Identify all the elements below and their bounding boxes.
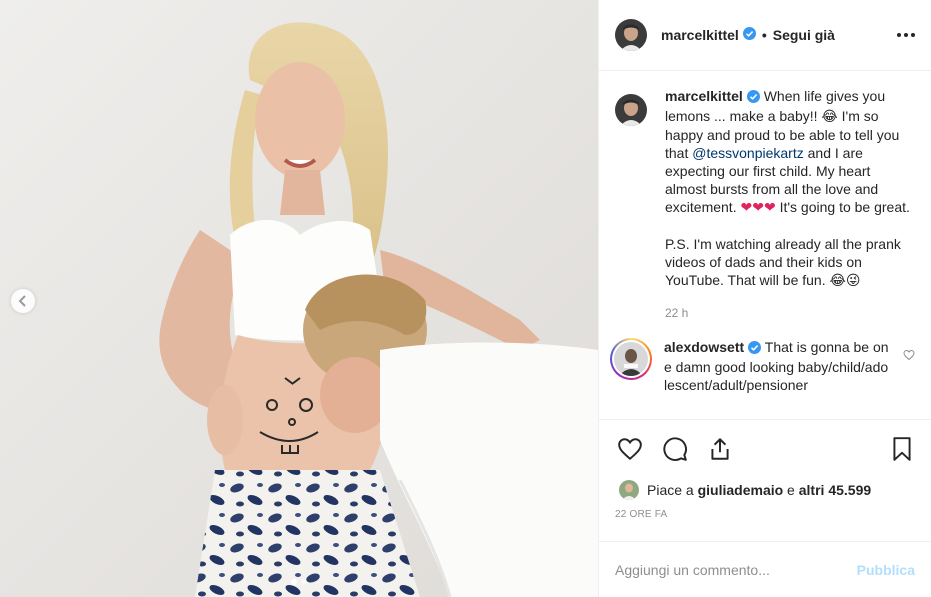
comments-section: marcelkittel When life gives you lemons … <box>599 71 931 419</box>
likes-prefix: Piace a <box>647 482 698 498</box>
caption-time[interactable]: 22 h <box>665 304 915 322</box>
instagram-post-modal: marcelkittel • Segui già marcelkittel Wh… <box>0 0 931 597</box>
liker-username[interactable]: giuliademaio <box>698 482 784 498</box>
publish-button[interactable]: Pubblica <box>857 562 915 578</box>
hearts-emoji: ❤❤❤ <box>740 200 776 216</box>
caption-body: marcelkittel When life gives you lemons … <box>665 87 915 322</box>
heart-outline-icon[interactable] <box>617 436 643 462</box>
commenter-username[interactable]: alexdowsett <box>664 339 744 355</box>
laughing-emoji: 😂 <box>821 109 838 125</box>
photo-illustration <box>0 0 598 597</box>
author-avatar[interactable] <box>615 94 647 126</box>
laughing-winking-emoji: 😂😜 <box>829 273 861 289</box>
story-ring[interactable] <box>610 338 652 380</box>
comment-like-heart-icon[interactable] <box>903 348 915 364</box>
add-comment-bar: Pubblica <box>599 541 931 597</box>
liker-avatar[interactable] <box>619 480 639 500</box>
post-timestamp[interactable]: 22 ore fa <box>599 503 931 529</box>
ellipsis-icon[interactable] <box>897 33 915 37</box>
verified-badge-icon <box>748 340 762 358</box>
bookmark-icon[interactable] <box>889 436 915 462</box>
carousel-dot <box>301 579 307 585</box>
caption-text-4: It's going to be great. <box>775 199 910 215</box>
post-photo[interactable] <box>0 0 598 597</box>
caption-ps: P.S. I'm watching already all the prank … <box>665 235 915 290</box>
follow-status-button[interactable]: Segui già <box>773 27 835 43</box>
carousel-indicator <box>0 579 598 585</box>
post-side-panel: marcelkittel • Segui già marcelkittel Wh… <box>598 0 931 597</box>
share-icon[interactable] <box>707 436 733 462</box>
carousel-dot <box>291 579 297 585</box>
caption-username[interactable]: marcelkittel <box>665 88 743 104</box>
post-header: marcelkittel • Segui già <box>599 0 931 71</box>
author-username[interactable]: marcelkittel <box>661 27 739 43</box>
comment-body: alexdowsett That is gonna be one damn go… <box>664 338 915 394</box>
caption-text: marcelkittel When life gives you lemons … <box>665 87 915 217</box>
verified-badge-icon <box>742 27 756 43</box>
mention-link[interactable]: @tessvonpiekartz <box>692 145 803 161</box>
separator-bullet: • <box>761 27 767 43</box>
action-bar <box>599 419 931 477</box>
caption-ps-text: P.S. I'm watching already all the prank … <box>665 236 901 288</box>
verified-badge-icon <box>746 89 760 107</box>
comment-item: alexdowsett That is gonna be one damn go… <box>610 338 915 394</box>
comment-text-line: alexdowsett That is gonna be one damn go… <box>664 338 889 394</box>
likes-others-link[interactable]: altri 45.599 <box>799 482 871 498</box>
chevron-left-icon <box>18 295 26 307</box>
likes-text: Piace a giuliademaio e altri 45.599 <box>647 482 871 498</box>
author-avatar[interactable] <box>615 19 647 51</box>
likes-summary: Piace a giuliademaio e altri 45.599 <box>599 477 931 503</box>
speech-bubble-icon[interactable] <box>662 436 688 462</box>
caption-comment: marcelkittel When life gives you lemons … <box>615 87 915 322</box>
carousel-prev-button[interactable] <box>11 289 35 313</box>
likes-middle: e <box>783 482 799 498</box>
commenter-avatar <box>614 342 648 376</box>
comment-input[interactable] <box>615 561 857 578</box>
